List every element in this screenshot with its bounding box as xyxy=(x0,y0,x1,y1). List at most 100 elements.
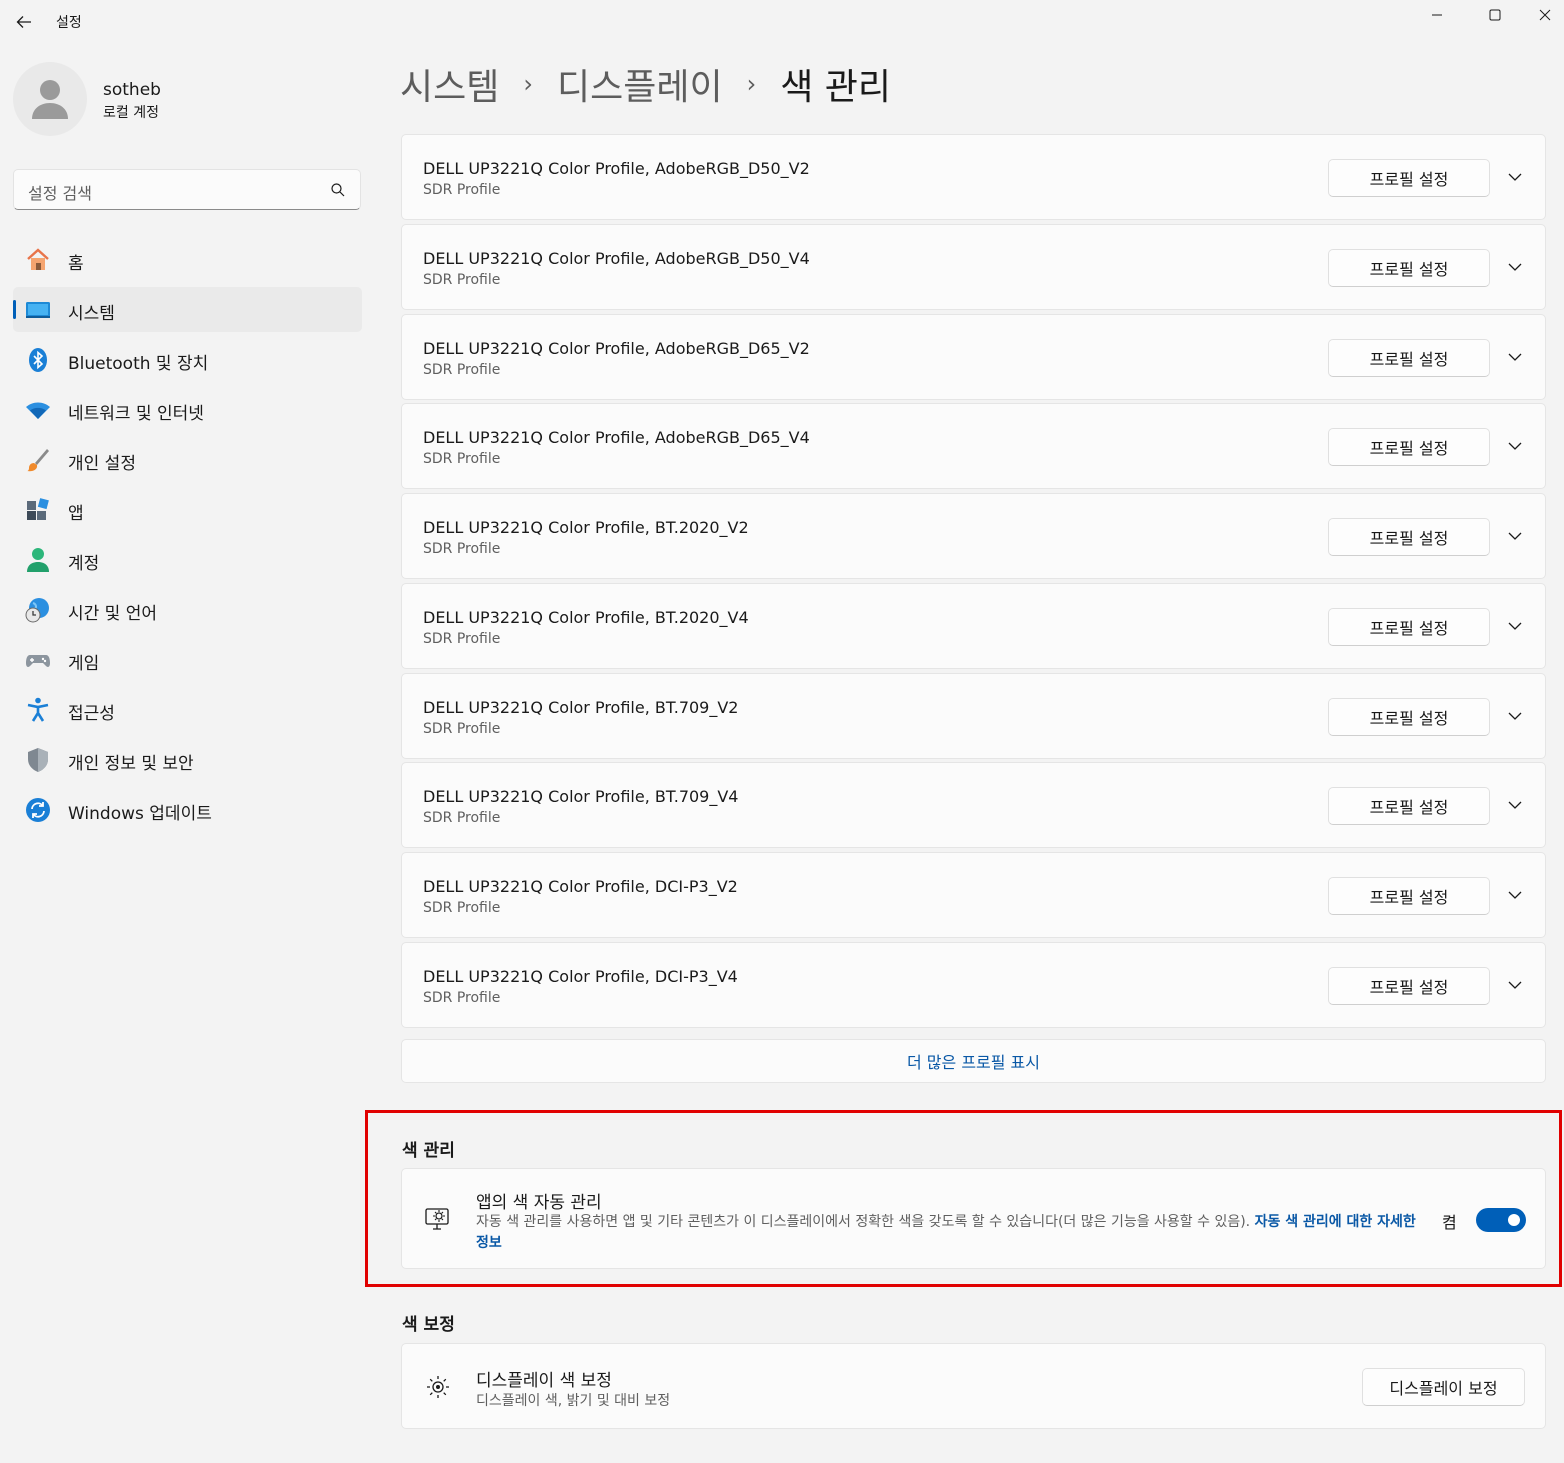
sidebar-item-accounts[interactable]: 계정 xyxy=(13,537,362,582)
profile-name: DELL UP3221Q Color Profile, DCI-P3_V2 xyxy=(423,877,738,896)
profile-settings-button[interactable]: 프로필 설정 xyxy=(1328,967,1490,1005)
chevron-down-icon[interactable] xyxy=(1506,886,1524,904)
profile-settings-button[interactable]: 프로필 설정 xyxy=(1328,787,1490,825)
profile-type: SDR Profile xyxy=(423,182,501,198)
breadcrumb-system[interactable]: 시스템 xyxy=(400,58,499,110)
profile-name: DELL UP3221Q Color Profile, BT.709_V2 xyxy=(423,698,739,717)
apps-icon xyxy=(25,497,51,523)
profile-type: SDR Profile xyxy=(423,541,501,557)
profile-name: DELL UP3221Q Color Profile, AdobeRGB_D65… xyxy=(423,339,810,358)
profile-name: DELL UP3221Q Color Profile, AdobeRGB_D50… xyxy=(423,249,810,268)
profile-row[interactable]: DELL UP3221Q Color Profile, BT.709_V4 SD… xyxy=(401,762,1546,848)
profile-row[interactable]: DELL UP3221Q Color Profile, BT.2020_V2 S… xyxy=(401,493,1546,579)
sidebar-item-accessibility[interactable]: 접근성 xyxy=(13,687,362,732)
auto-color-title: 앱의 색 자동 관리 xyxy=(476,1193,602,1213)
chevron-down-icon[interactable] xyxy=(1506,707,1524,725)
profile-settings-button[interactable]: 프로필 설정 xyxy=(1328,428,1490,466)
brightness-icon xyxy=(427,1376,449,1398)
minimize-button[interactable] xyxy=(1408,0,1466,30)
profile-row[interactable]: DELL UP3221Q Color Profile, BT.2020_V4 S… xyxy=(401,583,1546,669)
sidebar-item-gaming[interactable]: 게임 xyxy=(13,637,362,682)
profile-settings-button[interactable]: 프로필 설정 xyxy=(1328,339,1490,377)
toggle-state-label: 켬 xyxy=(1442,1213,1457,1232)
home-icon xyxy=(25,247,51,273)
chevron-down-icon[interactable] xyxy=(1506,168,1524,186)
chevron-down-icon[interactable] xyxy=(1506,258,1524,276)
user-silhouette-icon xyxy=(32,80,68,119)
profile-type: SDR Profile xyxy=(423,272,501,288)
auto-color-management-row: 앱의 색 자동 관리 자동 색 관리를 사용하면 앱 및 기타 콘텐츠가 이 디… xyxy=(401,1168,1546,1269)
profile-row[interactable]: DELL UP3221Q Color Profile, AdobeRGB_D65… xyxy=(401,314,1546,400)
maximize-icon xyxy=(1489,9,1501,21)
chevron-down-icon[interactable] xyxy=(1506,976,1524,994)
profile-row[interactable]: DELL UP3221Q Color Profile, AdobeRGB_D50… xyxy=(401,224,1546,310)
user-name: sotheb xyxy=(103,80,161,100)
avatar xyxy=(13,62,87,136)
profile-type: SDR Profile xyxy=(423,362,501,378)
chevron-down-icon[interactable] xyxy=(1506,796,1524,814)
chevron-down-icon[interactable] xyxy=(1506,348,1524,366)
show-more-profiles[interactable]: 더 많은 프로필 표시 xyxy=(401,1039,1546,1083)
sidebar-item-time-language[interactable]: 시간 및 언어 xyxy=(13,587,362,632)
sidebar-item-network[interactable]: 네트워크 및 인터넷 xyxy=(13,387,362,432)
update-icon xyxy=(25,797,51,823)
calibration-subtitle: 디스플레이 색, 밝기 및 대비 보정 xyxy=(476,1393,671,1409)
breadcrumb-separator: › xyxy=(746,70,757,98)
profile-name: DELL UP3221Q Color Profile, BT.709_V4 xyxy=(423,787,739,806)
sidebar-item-personalization[interactable]: 개인 설정 xyxy=(13,437,362,482)
close-button[interactable] xyxy=(1516,0,1564,30)
profile-type: SDR Profile xyxy=(423,900,501,916)
profile-row[interactable]: DELL UP3221Q Color Profile, BT.709_V2 SD… xyxy=(401,673,1546,759)
sidebar-item-system[interactable]: 시스템 xyxy=(13,287,362,332)
account-type: 로컬 계정 xyxy=(103,105,159,121)
wifi-icon xyxy=(25,397,51,423)
chevron-down-icon[interactable] xyxy=(1506,617,1524,635)
account-icon xyxy=(25,547,51,573)
calibrate-display-button[interactable]: 디스플레이 보정 xyxy=(1362,1368,1525,1406)
profile-settings-button[interactable]: 프로필 설정 xyxy=(1328,159,1490,197)
chevron-down-icon[interactable] xyxy=(1506,437,1524,455)
profile-type: SDR Profile xyxy=(423,451,501,467)
sidebar-item-bluetooth[interactable]: Bluetooth 및 장치 xyxy=(13,337,362,382)
auto-color-toggle[interactable] xyxy=(1476,1208,1526,1232)
profile-settings-button[interactable]: 프로필 설정 xyxy=(1328,518,1490,556)
arrow-left-icon xyxy=(16,16,31,28)
profile-name: DELL UP3221Q Color Profile, BT.2020_V4 xyxy=(423,608,749,627)
app-title: 설정 xyxy=(56,15,82,31)
system-icon xyxy=(25,297,51,323)
profile-row[interactable]: DELL UP3221Q Color Profile, AdobeRGB_D50… xyxy=(401,134,1546,220)
profile-type: SDR Profile xyxy=(423,810,501,826)
breadcrumb-separator: › xyxy=(523,70,533,98)
sidebar-item-home[interactable]: 홈 xyxy=(13,237,362,282)
section-title-color-management: 색 관리 xyxy=(402,1141,455,1161)
close-icon xyxy=(1539,9,1551,21)
profile-row[interactable]: DELL UP3221Q Color Profile, DCI-P3_V4 SD… xyxy=(401,942,1546,1028)
profile-settings-button[interactable]: 프로필 설정 xyxy=(1328,249,1490,287)
chevron-down-icon[interactable] xyxy=(1506,527,1524,545)
search-placeholder: 설정 검색 xyxy=(28,184,92,203)
search-icon xyxy=(331,183,345,197)
brush-icon xyxy=(25,447,51,473)
profile-name: DELL UP3221Q Color Profile, BT.2020_V2 xyxy=(423,518,749,537)
sidebar-item-privacy[interactable]: 개인 정보 및 보안 xyxy=(13,737,362,782)
title-bar: 설정 xyxy=(0,0,1564,44)
profile-settings-button[interactable]: 프로필 설정 xyxy=(1328,877,1490,915)
bluetooth-icon xyxy=(25,347,51,373)
sidebar-item-apps[interactable]: 앱 xyxy=(13,487,362,532)
search-input[interactable]: 설정 검색 xyxy=(13,169,361,210)
calibration-title: 디스플레이 색 보정 xyxy=(476,1371,612,1391)
profile-settings-button[interactable]: 프로필 설정 xyxy=(1328,698,1490,736)
page-title: 색 관리 xyxy=(780,67,892,108)
profile-row[interactable]: DELL UP3221Q Color Profile, DCI-P3_V2 SD… xyxy=(401,852,1546,938)
profile-type: SDR Profile xyxy=(423,990,501,1006)
minimize-icon xyxy=(1432,14,1442,16)
accessibility-icon xyxy=(25,697,51,723)
back-button[interactable] xyxy=(10,8,38,36)
profile-row[interactable]: DELL UP3221Q Color Profile, AdobeRGB_D65… xyxy=(401,403,1546,489)
sidebar-item-windows-update[interactable]: Windows 업데이트 xyxy=(13,787,362,832)
globe-clock-icon xyxy=(25,597,51,623)
show-more-link[interactable]: 더 많은 프로필 표시 xyxy=(907,1049,1040,1073)
profile-settings-button[interactable]: 프로필 설정 xyxy=(1328,608,1490,646)
breadcrumb-display[interactable]: 디스플레이 xyxy=(557,58,723,110)
user-profile[interactable]: sotheb 로컬 계정 xyxy=(13,62,353,138)
